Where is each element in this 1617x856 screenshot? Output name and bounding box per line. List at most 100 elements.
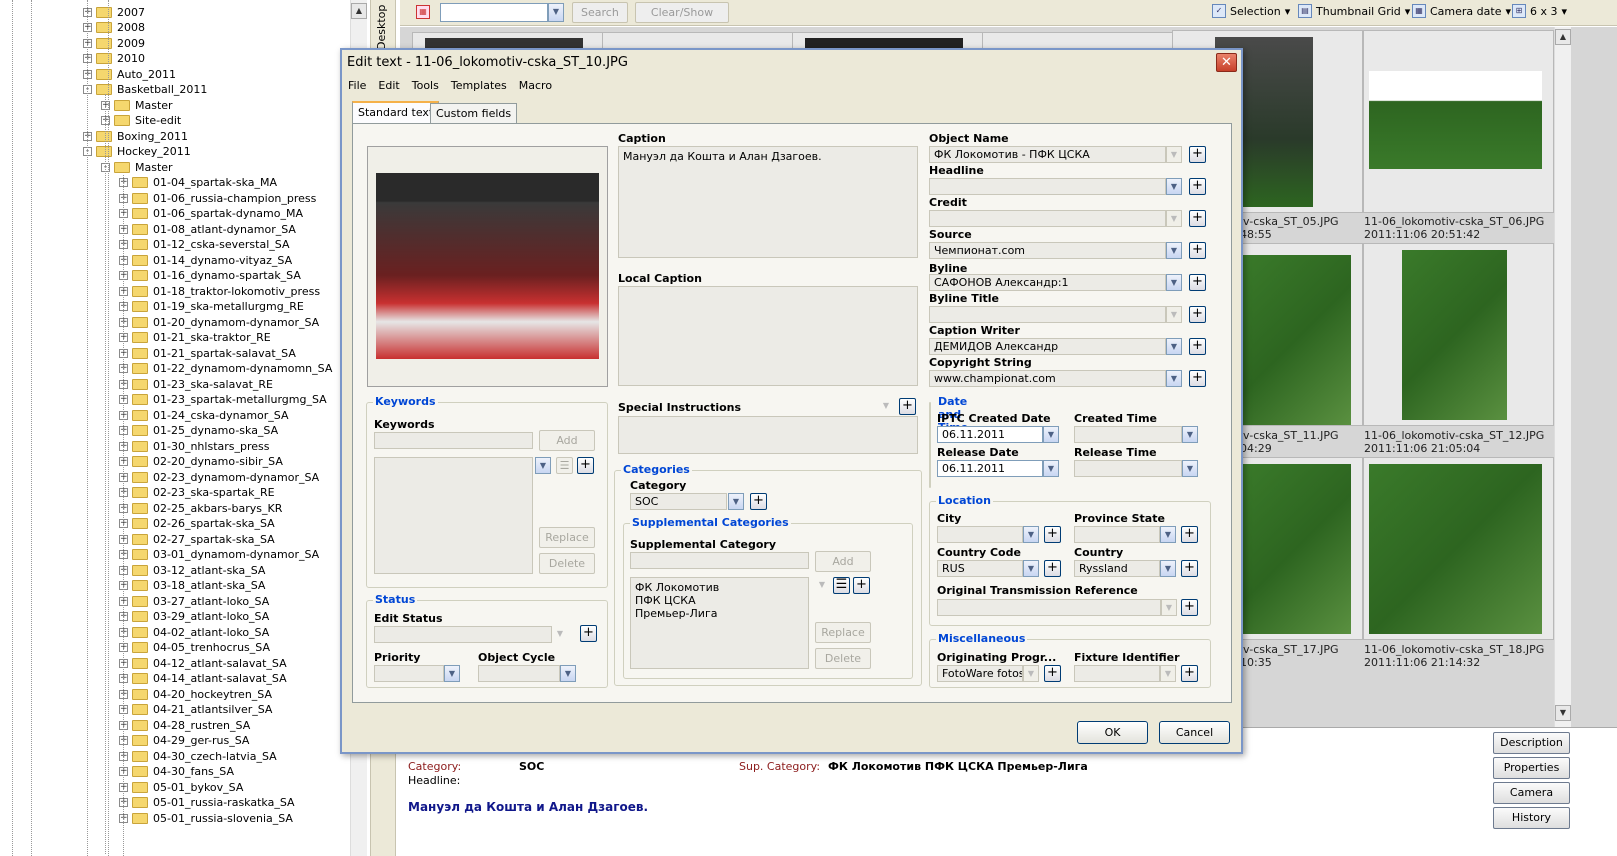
release-time-field[interactable] xyxy=(1074,460,1182,477)
tree-node[interactable]: +04-14_atlant-salavat_SA xyxy=(119,671,287,687)
otr-field[interactable] xyxy=(937,599,1161,616)
tree-node[interactable]: +05-01_bykov_SA xyxy=(119,779,243,795)
chevron-down-icon[interactable]: ▼ xyxy=(1166,274,1182,291)
list-item[interactable]: Премьер-Лига xyxy=(635,607,804,620)
sort-menu[interactable]: ▦ Camera date ▾ xyxy=(1412,4,1511,18)
supplemental-add-button[interactable]: Add xyxy=(815,551,871,572)
otr-plus-icon[interactable]: + xyxy=(1181,599,1198,616)
chevron-down-icon[interactable]: ▼ xyxy=(1160,560,1176,577)
chevron-down-icon[interactable]: ▼ xyxy=(1166,242,1182,259)
list-item[interactable]: ПФК ЦСКА xyxy=(635,594,804,607)
tree-node[interactable]: +03-01_dynamom-dynamor_SA xyxy=(119,547,319,563)
tree-node[interactable]: +01-23_spartak-metallurgmg_SA xyxy=(119,392,327,408)
tree-node[interactable]: +2009 xyxy=(83,35,145,51)
tree-node[interactable]: +03-12_atlant-ska_SA xyxy=(119,562,265,578)
tree-node[interactable]: +04-02_atlant-loko_SA xyxy=(119,624,269,640)
tree-node[interactable]: +01-20_dynamom-dynamor_SA xyxy=(119,314,319,330)
fixture-plus-icon[interactable]: + xyxy=(1181,665,1198,682)
clear-show-all-button[interactable]: Clear/Show All xyxy=(635,2,729,38)
tree-node[interactable]: +01-12_cska-severstal_SA xyxy=(119,237,289,253)
supplemental-list[interactable]: ФК Локомотив ПФК ЦСКА Премьер-Лига xyxy=(630,577,809,669)
tree-node[interactable]: +2007 xyxy=(83,4,145,20)
chevron-down-icon[interactable]: ▼ xyxy=(1166,370,1182,387)
tree-node[interactable]: +04-12_atlant-salavat_SA xyxy=(119,655,287,671)
iptc-created-date-field[interactable]: 06.11.2011 xyxy=(937,426,1043,443)
tab-custom-fields[interactable]: Custom fields xyxy=(430,103,518,124)
tree-node[interactable]: +03-18_atlant-ska_SA xyxy=(119,578,265,594)
cancel-button[interactable]: Cancel xyxy=(1159,721,1230,744)
tree-node[interactable]: + Site-edit xyxy=(101,113,181,129)
ok-button[interactable]: OK xyxy=(1077,721,1148,744)
chevron-down-icon[interactable]: ▼ xyxy=(1160,526,1176,543)
camera-button[interactable]: Camera xyxy=(1493,782,1570,804)
keywords-list[interactable] xyxy=(374,457,533,574)
country-plus-icon[interactable]: + xyxy=(1181,560,1198,577)
tree-node[interactable]: +03-27_atlant-loko_SA xyxy=(119,593,269,609)
tree-node[interactable]: +02-25_akbars-barys_KR xyxy=(119,500,282,516)
chevron-down-icon[interactable]: ▼ xyxy=(560,665,576,682)
chevron-down-icon[interactable]: ▼ xyxy=(1023,560,1039,577)
tree-node[interactable]: +01-08_atlant-dynamor_SA xyxy=(119,221,296,237)
tree-node[interactable]: +01-21_spartak-salavat_SA xyxy=(119,345,296,361)
supplemental-list-icon[interactable]: ☰ xyxy=(833,577,850,594)
chevron-down-icon[interactable]: ▼ xyxy=(1160,665,1176,682)
tree-node[interactable]: +01-22_dynamom-dynamomn_SA xyxy=(119,361,332,377)
calendar-icon[interactable]: ▦ xyxy=(416,5,430,19)
chevron-down-icon[interactable]: ▼ xyxy=(1043,426,1059,443)
folder-tree[interactable]: +2007 +2008 +2009 +2010 + Auto_2011- Basketbal… xyxy=(0,0,365,856)
tree-node[interactable]: +04-30_czech-latvia_SA xyxy=(119,748,277,764)
local-caption-textarea[interactable] xyxy=(618,286,918,386)
country-code-plus-icon[interactable]: + xyxy=(1044,560,1061,577)
copyright-field[interactable]: www.championat.com xyxy=(929,370,1166,387)
tree-node[interactable]: +01-21_ska-traktor_RE xyxy=(119,330,271,346)
tree-node[interactable]: +04-28_rustren_SA xyxy=(119,717,250,733)
history-button[interactable]: History xyxy=(1493,807,1570,829)
menu-templates[interactable]: Templates xyxy=(451,76,507,96)
tree-node[interactable]: +2010 xyxy=(83,51,145,67)
tree-node[interactable]: +04-05_trenhocrus_SA xyxy=(119,640,270,656)
object-cycle-field[interactable] xyxy=(478,665,560,682)
tree-node[interactable]: +02-27_spartak-ska_SA xyxy=(119,531,275,547)
tree-node[interactable]: +01-04_spartak-ska_MA xyxy=(119,175,277,191)
tree-node[interactable]: +01-19_ska-metallurgmg_RE xyxy=(119,299,304,315)
chevron-down-icon[interactable]: ▼ xyxy=(1166,338,1182,355)
tree-node[interactable]: +05-01_russia-slovenia_SA xyxy=(119,810,293,826)
chevron-down-icon[interactable]: ▼ xyxy=(1023,526,1039,543)
tree-node[interactable]: +02-23_dynamom-dynamor_SA xyxy=(119,469,319,485)
caption-writer-plus-icon[interactable]: + xyxy=(1189,338,1206,355)
list-item[interactable]: ФК Локомотив xyxy=(635,581,804,594)
tree-node[interactable]: +01-14_dynamo-vityaz_SA xyxy=(119,252,292,268)
province-plus-icon[interactable]: + xyxy=(1181,526,1198,543)
created-time-field[interactable] xyxy=(1074,426,1182,443)
caption-writer-field[interactable]: ДЕМИДОВ Александр xyxy=(929,338,1166,355)
headline-field[interactable] xyxy=(929,178,1166,195)
chevron-down-icon[interactable]: ▼ xyxy=(535,457,551,474)
tree-node[interactable]: +04-20_hockeytren_SA xyxy=(119,686,272,702)
tree-node[interactable]: +01-06_spartak-dynamo_MA xyxy=(119,206,303,222)
search-button[interactable]: Search xyxy=(572,2,628,23)
byline-field[interactable]: САФОНОВ Александр:1 xyxy=(929,274,1166,291)
province-state-field[interactable] xyxy=(1074,526,1160,543)
tree-node[interactable]: +2008 xyxy=(83,20,145,36)
credit-plus-icon[interactable]: + xyxy=(1189,210,1206,227)
description-button[interactable]: Description xyxy=(1493,732,1570,754)
search-dropdown-icon[interactable]: ▼ xyxy=(548,3,564,22)
tree-node[interactable]: +01-06_russia-champion_press xyxy=(119,190,316,206)
scroll-down-icon[interactable]: ▼ xyxy=(1555,705,1571,721)
properties-button[interactable]: Properties xyxy=(1493,757,1570,779)
tree-node[interactable]: +01-25_dynamo-ska_SA xyxy=(119,423,278,439)
credit-field[interactable] xyxy=(929,210,1166,227)
thumbnail-card[interactable] xyxy=(1363,457,1554,640)
byline-title-plus-icon[interactable]: + xyxy=(1189,306,1206,323)
chevron-down-icon[interactable]: ▼ xyxy=(1182,460,1198,477)
supplemental-replace-button[interactable]: Replace xyxy=(815,622,871,643)
thumbnail-scrollbar[interactable]: ▲ ▼ xyxy=(1554,27,1571,727)
chevron-down-icon[interactable]: ▼ xyxy=(814,577,830,594)
thumbnail-card[interactable] xyxy=(1363,243,1554,426)
keyword-list-icon[interactable]: ☰ xyxy=(556,457,573,474)
chevron-down-icon[interactable]: ▼ xyxy=(1166,210,1182,227)
tree-node[interactable]: +02-26_spartak-ska_SA xyxy=(119,516,275,532)
menu-tools[interactable]: Tools xyxy=(412,76,439,96)
special-instructions-textarea[interactable] xyxy=(618,416,918,454)
edit-status-plus-icon[interactable]: + xyxy=(580,625,597,642)
